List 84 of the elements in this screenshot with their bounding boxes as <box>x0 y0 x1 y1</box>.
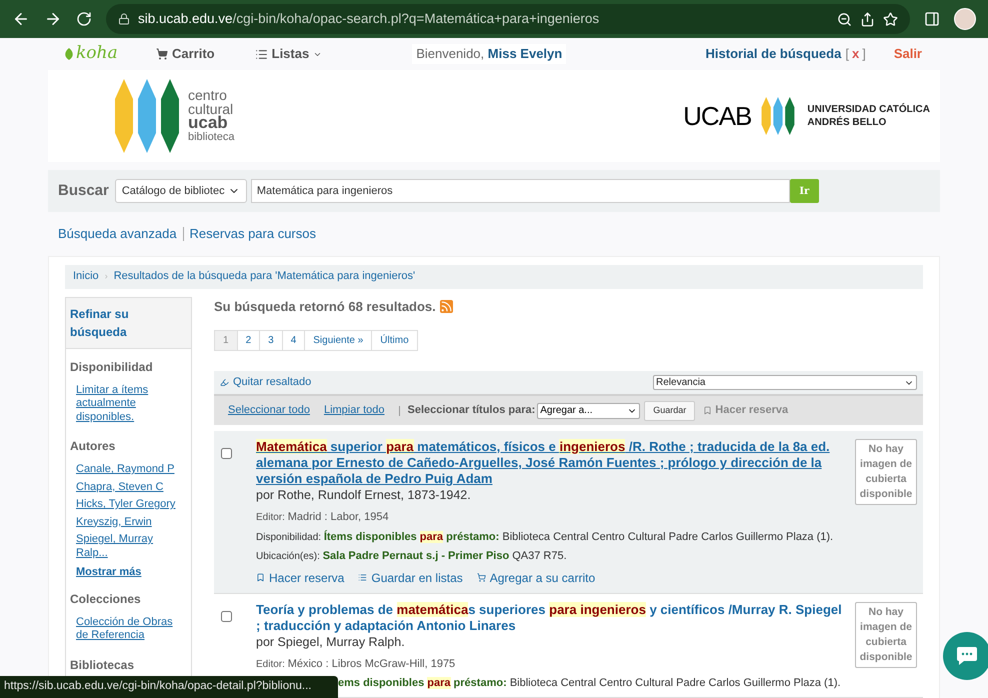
availability-text: Disponibilidad: Ítems disponibles para préstamo: Biblioteca Central Centro Cultural Padre Carlos Guillermo Plaza (1). <box>256 530 834 544</box>
save-button[interactable]: Guardar <box>644 400 696 420</box>
breadcrumb-link[interactable]: Resultados de la búsqueda para 'Matemática para ingenieros' <box>114 268 416 285</box>
lock-icon <box>118 13 130 25</box>
action-link[interactable]: Guardar en listas <box>358 568 463 586</box>
facet-link[interactable]: Chapra, Steven C <box>70 480 187 494</box>
author-text: por Rothe, Rundolf Ernest, 1873-1942. <box>256 487 472 503</box>
scope-select[interactable]: Catálogo de bibliotec <box>114 179 247 203</box>
course-reserves-link[interactable]: Reservas para cursos <box>190 224 316 244</box>
logout-link[interactable]: Salir <box>894 44 922 64</box>
results-summary: Su búsqueda retornó 68 resultados. <box>214 298 436 316</box>
page-link[interactable]: 1 <box>214 330 238 351</box>
no-cover-text: No hay imagen de cubierta disponible <box>858 604 914 664</box>
facet-heading: Disponibilidad <box>70 358 154 376</box>
forward-icon[interactable] <box>44 10 62 28</box>
bookmark-icon <box>703 406 712 415</box>
result-title-link[interactable]: Teoría y problemas de matemáticas superiores para ingenieros y científicos /Murray R. Spiegel ; traducción y adaptación Antonio Linares <box>256 602 843 634</box>
university-logo-word: UCAB <box>683 100 752 132</box>
facet-link[interactable]: Canale, Raymond P <box>70 463 187 476</box>
chat-button[interactable] <box>943 632 988 680</box>
chat-icon <box>956 646 978 666</box>
select-all-link[interactable]: Seleccionar todo <box>228 402 310 419</box>
highlighter-icon <box>220 378 229 387</box>
side-panel-icon[interactable] <box>924 11 940 27</box>
cart-icon <box>476 573 486 582</box>
breadcrumb-separator: › <box>104 270 108 283</box>
bracket-text: ] <box>862 45 866 64</box>
select-titles-label: Seleccionar títulos para: <box>408 403 536 418</box>
back-icon[interactable] <box>12 10 30 28</box>
advanced-search-link[interactable]: Búsqueda avanzada <box>58 224 177 244</box>
publisher-text: Editor: México : Libros McGraw-Hill, 1975 <box>256 656 456 672</box>
cart-icon <box>156 48 168 60</box>
breadcrumb-link[interactable]: Inicio <box>73 268 99 285</box>
add-to-select[interactable]: Agregar a... <box>537 402 640 418</box>
facet-link[interactable]: Colección de Obras de Referencia <box>70 616 187 642</box>
search-label: Buscar <box>58 180 109 201</box>
page-link[interactable]: Último <box>371 330 418 351</box>
result-title-link[interactable]: Matemática superior para matemáticos, físicos e ingenieros /R. Rothe ; traducida de la 8a ed. alemana por Ernesto de Cañedo-Arguelles, José Ramón Fuentes ; prólogo y dirección de la versión española de Pedro Puig Adam <box>256 439 843 487</box>
show-more-link[interactable]: Mostrar más <box>70 564 187 580</box>
link-preview-status: https://sib.ucab.edu.ve/cgi-bin/koha/opac-detail.pl?biblionu... <box>0 676 338 698</box>
facet-link[interactable]: Limitar a ítems actualmente disponibles. <box>70 384 187 424</box>
clear-history-link[interactable]: x <box>852 44 860 64</box>
select-checkbox[interactable] <box>221 610 232 622</box>
facet-link[interactable]: Kreyszig, Erwin <box>70 516 187 529</box>
address-bar[interactable]: sib.ucab.edu.ve/cgi-bin/koha/opac-search.pl?q=Matemática+para+ingenieros <box>106 4 910 34</box>
sidebar-title: Refinar su búsqueda <box>66 298 191 348</box>
zoom-icon[interactable] <box>837 12 852 26</box>
koha-logo: koha <box>48 41 128 67</box>
page-link[interactable]: 4 <box>282 330 306 351</box>
page-link[interactable]: Siguiente » <box>304 330 372 351</box>
no-cover-text: No hay imagen de cubierta disponible <box>858 442 914 502</box>
url-text: sib.ucab.edu.ve/cgi-bin/koha/opac-search.pl?q=Matemática+para+ingenieros <box>138 10 600 28</box>
library-logo-text: centro cultural ucab biblioteca <box>188 88 234 144</box>
page-link[interactable]: 3 <box>259 330 283 351</box>
facet-link[interactable]: Hicks, Tyler Gregory <box>70 498 187 512</box>
leaf-icon <box>64 48 74 60</box>
lists-menu[interactable]: Listas <box>254 44 322 64</box>
university-logo-text: UNIVERSIDAD CATÓLICA ANDRÉS BELLO <box>807 103 930 129</box>
search-field[interactable]: Matemática para ingenieros <box>250 179 790 203</box>
reload-icon[interactable] <box>76 11 92 27</box>
welcome-text: Bienvenido, Miss Evelyn <box>412 44 566 64</box>
bracket-text: [ <box>845 45 849 64</box>
profile-avatar[interactable] <box>954 8 976 30</box>
bookmark-star-icon[interactable] <box>883 12 898 26</box>
publisher-text: Editor: Madrid : Labor, 1954 <box>256 510 390 525</box>
page-link[interactable]: 2 <box>236 330 260 351</box>
cart-link[interactable]: Carrito <box>156 44 215 64</box>
action-link[interactable]: Hacer reserva <box>256 568 344 586</box>
location-text: Ubicación(es): Sala Padre Pernaut s.j - Primer Piso QA37 R75. <box>256 548 568 564</box>
sort-select[interactable]: Relevancia <box>653 375 917 390</box>
list-icon <box>358 573 368 582</box>
facet-heading: Bibliotecas <box>70 656 136 674</box>
action-link[interactable]: Agregar a su carrito <box>476 568 596 586</box>
bookmark-icon <box>256 573 265 582</box>
clear-all-link[interactable]: Limpiar todo <box>324 402 384 419</box>
share-icon[interactable] <box>860 12 875 26</box>
select-checkbox[interactable] <box>221 448 232 459</box>
facet-heading: Colecciones <box>70 590 142 608</box>
list-icon <box>254 48 268 60</box>
author-text: por Spiegel, Murray Ralph. <box>256 634 406 650</box>
unhighlight-link[interactable]: Quitar resaltado <box>220 374 312 391</box>
facet-heading: Autores <box>70 438 116 455</box>
facet-link[interactable]: Spiegel, Murray Ralp... <box>70 533 187 560</box>
search-history-link[interactable]: Historial de búsqueda <box>706 44 842 64</box>
